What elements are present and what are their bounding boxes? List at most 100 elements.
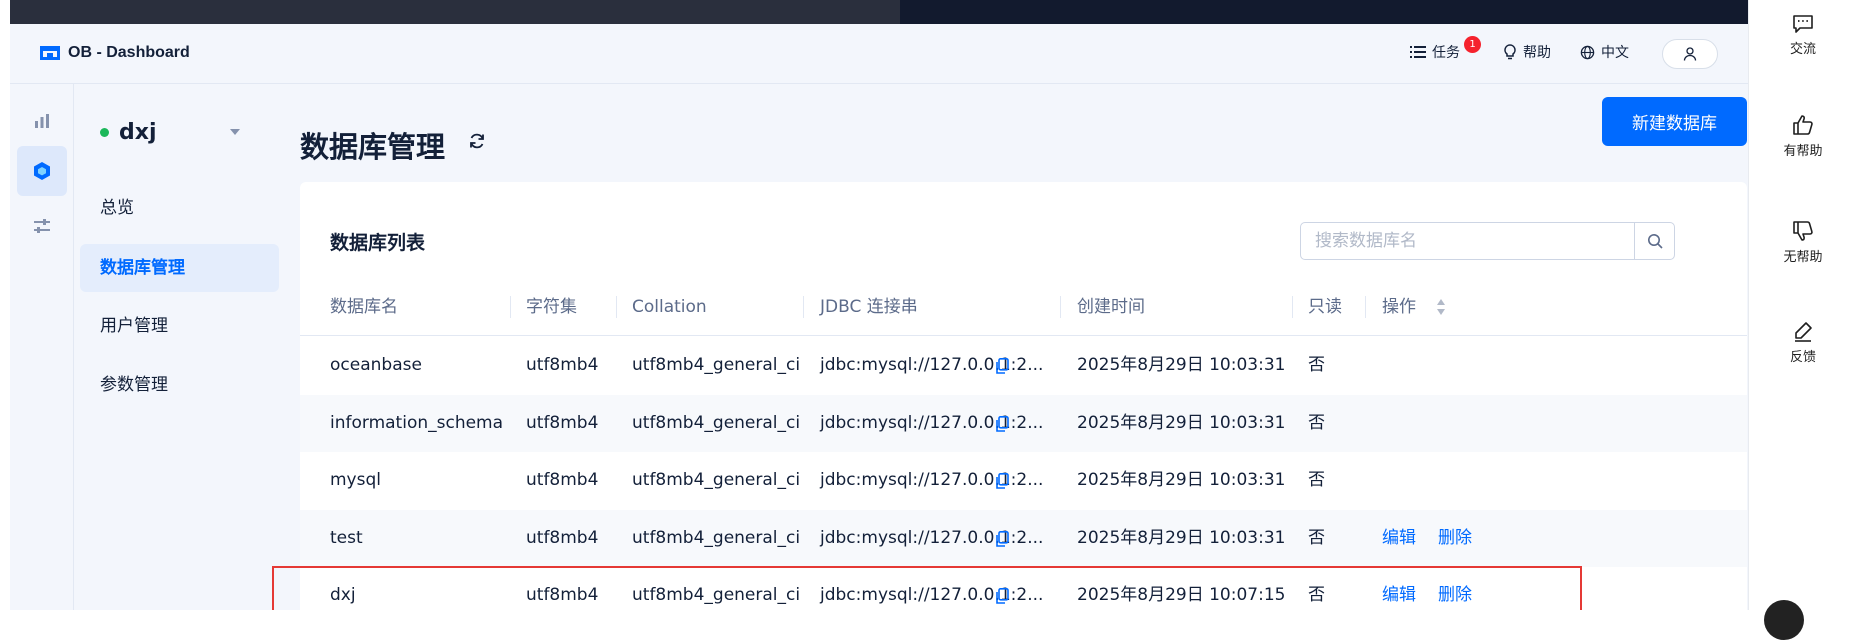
cell-readonly: 否 [1308,585,1325,605]
cell-readonly: 否 [1308,528,1325,548]
cell-readonly: 否 [1308,355,1325,375]
column-header-created[interactable]: 创建时间 [1077,278,1145,336]
cell-collation: utf8mb4_general_ci [632,585,801,605]
new-database-button[interactable]: 新建数据库 [1602,97,1747,146]
cell-jdbc: jdbc:mysql://127.0.0.1:2... [820,528,1044,548]
search-icon [1647,234,1663,249]
feedback-label: 反馈 [1789,350,1816,365]
copy-icon[interactable] [996,588,1009,604]
page-title: 数据库管理 [300,130,446,164]
column-divider[interactable] [1292,296,1293,318]
column-divider[interactable] [1365,296,1366,318]
cluster-status-dot [100,128,109,137]
column-divider[interactable] [510,296,511,318]
thumbs-down-icon [1793,221,1813,241]
column-divider[interactable] [803,296,804,318]
cell-jdbc: jdbc:mysql://127.0.0.1:2... [820,470,1044,490]
floating-assistant-button[interactable] [1764,600,1804,640]
cell-created: 2025年8月29日 10:03:31 [1077,355,1286,375]
table-header: 数据库名 字符集 Collation JDBC 连接串 创建时间 只读 操作 [300,278,1747,336]
database-list-card: 数据库列表 数据库名 字符集 Collation JDBC 连接串 创建时间 [300,182,1747,610]
copy-icon[interactable] [996,416,1009,432]
cell-collation: utf8mb4_general_ci [632,528,801,548]
chevron-down-icon[interactable] [230,129,240,135]
cell-jdbc: jdbc:mysql://127.0.0.1:2... [820,355,1044,375]
cell-db-name: test [330,528,363,548]
cell-charset: utf8mb4 [526,355,599,375]
app-logo[interactable]: OB - Dashboard [40,44,190,62]
copy-icon[interactable] [996,358,1009,374]
cell-charset: utf8mb4 [526,585,599,605]
user-icon [1683,47,1697,61]
helpful-button[interactable]: 有帮助 [1749,114,1856,159]
column-header-jdbc: JDBC 连接串 [820,297,918,317]
feedback-panel: 交流 有帮助 无帮助 反馈 [1748,0,1856,610]
sidebar-item-overview[interactable]: 总览 [80,184,279,232]
top-header: OB - Dashboard 任务 1 帮助 中文 [10,24,1748,84]
delete-link[interactable]: 删除 [1438,567,1472,610]
cell-collation: utf8mb4_general_ci [632,413,801,433]
column-header-readonly: 只读 [1308,297,1342,317]
cell-db-name: dxj [330,585,356,605]
cell-created: 2025年8月29日 10:07:15 [1077,585,1286,605]
column-divider[interactable] [616,296,617,318]
cube-icon [34,162,50,180]
database-search [1300,222,1675,260]
tasks-label: 任务 [1432,45,1460,61]
delete-link[interactable]: 删除 [1438,510,1472,567]
edit-link[interactable]: 编辑 [1382,510,1416,567]
edit-link[interactable]: 编辑 [1382,567,1416,610]
feedback-button[interactable]: 反馈 [1749,320,1856,365]
card-title: 数据库列表 [330,232,426,254]
search-input[interactable] [1301,223,1634,259]
refresh-icon[interactable] [468,132,486,154]
browser-tab-strip [10,0,1748,24]
cluster-selector[interactable]: dxj [100,120,156,145]
sort-icon[interactable] [1436,297,1446,317]
column-header-actions: 操作 [1382,297,1416,317]
cell-charset: utf8mb4 [526,528,599,548]
help-button[interactable]: 帮助 [1503,42,1551,62]
app-title: OB - Dashboard [68,44,190,61]
app-window: OB - Dashboard 任务 1 帮助 中文 dxj 总览 数据库管理 用… [10,24,1748,610]
column-header-collation: Collation [632,297,707,317]
rail-settings[interactable] [17,201,67,251]
column-header-name: 数据库名 [330,297,398,317]
cell-collation: utf8mb4_general_ci [632,470,801,490]
chat-icon [1793,15,1813,33]
not-helpful-button[interactable]: 无帮助 [1749,220,1856,265]
browser-tab-active[interactable] [900,0,1748,24]
cluster-name: dxj [119,120,157,145]
cell-created: 2025年8月29日 10:03:31 [1077,528,1286,548]
sidebar-item-database-management[interactable]: 数据库管理 [80,244,279,292]
column-divider[interactable] [1060,296,1061,318]
icon-rail [10,84,74,610]
cell-db-name: mysql [330,470,381,490]
user-menu-button[interactable] [1662,39,1718,69]
column-header-charset: 字符集 [526,297,577,317]
cell-db-name: oceanbase [330,355,422,375]
rail-monitor[interactable] [17,96,67,146]
bar-chart-icon [35,114,49,128]
edit-pen-icon [1795,322,1812,342]
copy-icon[interactable] [996,531,1009,547]
chat-button[interactable]: 交流 [1749,14,1856,57]
search-button[interactable] [1634,223,1674,259]
language-switch[interactable]: 中文 [1580,42,1629,62]
helpful-label: 有帮助 [1783,144,1823,159]
globe-icon [1580,45,1595,59]
sidebar-item-user-management[interactable]: 用户管理 [80,302,279,350]
rail-cluster[interactable] [17,146,67,196]
table-row: mysql utf8mb4 utf8mb4_general_ci jdbc:my… [300,452,1747,509]
ob-logo-icon [40,46,60,60]
table-row: dxj utf8mb4 utf8mb4_general_ci jdbc:mysq… [300,567,1747,610]
browser-tab-inactive[interactable] [10,0,900,24]
cell-charset: utf8mb4 [526,413,599,433]
copy-icon[interactable] [996,473,1009,489]
sidebar-item-parameter-management[interactable]: 参数管理 [80,361,279,409]
tasks-button[interactable]: 任务 1 [1410,36,1481,62]
sliders-icon [34,219,50,233]
cell-db-name: information_schema [330,413,504,433]
cell-jdbc: jdbc:mysql://127.0.0.1:2... [820,585,1044,605]
cell-charset: utf8mb4 [526,470,599,490]
